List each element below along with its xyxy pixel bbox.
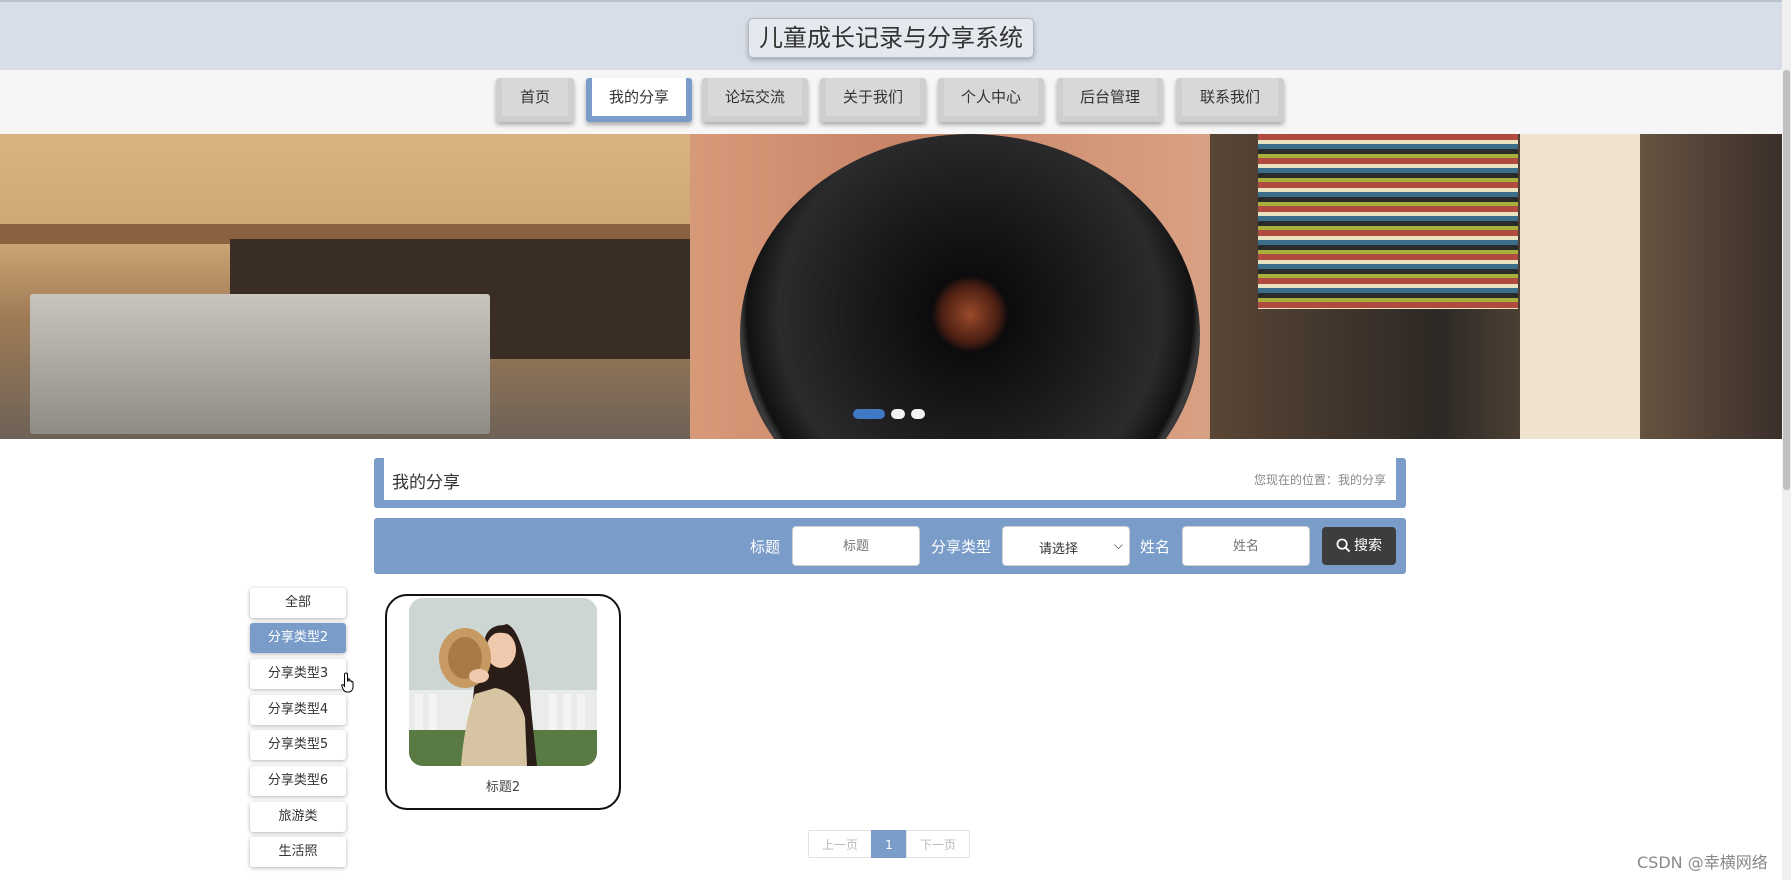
page-heading-inner: 我的分享 您现在的位置：我的分享: [384, 458, 1396, 500]
category-share-type-4[interactable]: 分享类型4: [250, 695, 346, 725]
category-share-type-6[interactable]: 分享类型6: [250, 766, 346, 796]
nav-item-label: 关于我们: [842, 88, 903, 106]
carousel-dot-1[interactable]: [853, 409, 885, 419]
site-header: 儿童成长记录与分享系统: [0, 0, 1782, 70]
nav-item-admin[interactable]: 后台管理: [1057, 78, 1163, 122]
share-type-select[interactable]: 请选择 ⌵: [1002, 526, 1130, 566]
hand-cursor-icon: [341, 672, 354, 693]
nav-item-label: 首页: [519, 88, 550, 106]
nav-item-contact[interactable]: 联系我们: [1176, 78, 1284, 122]
search-button[interactable]: 搜索: [1322, 527, 1396, 565]
banner-carousel[interactable]: [0, 134, 1782, 439]
category-travel[interactable]: 旅游类: [250, 802, 346, 832]
carousel-dot-3[interactable]: [911, 409, 925, 419]
category-share-type-2[interactable]: 分享类型2: [250, 623, 346, 653]
category-share-type-3[interactable]: 分享类型3: [250, 659, 346, 689]
next-page-button[interactable]: 下一页: [906, 830, 970, 858]
child-photo: [409, 598, 597, 766]
page-1-button[interactable]: 1: [871, 830, 907, 858]
share-type-selected: 请选择: [1039, 542, 1079, 557]
nav-item-profile[interactable]: 个人中心: [938, 78, 1044, 122]
carousel-dot-2[interactable]: [891, 409, 905, 419]
watermark: CSDN @幸横网络: [1637, 853, 1768, 872]
nav-item-home[interactable]: 首页: [496, 78, 574, 122]
nav-item-forum[interactable]: 论坛交流: [702, 78, 808, 122]
nav-item-label: 个人中心: [960, 88, 1021, 106]
title-search-input[interactable]: [792, 526, 920, 566]
prev-page-button[interactable]: 上一页: [808, 830, 872, 858]
page-title: 我的分享: [392, 473, 460, 493]
chevron-down-icon: ⌵: [1113, 538, 1123, 552]
share-card-title: 标题2: [485, 780, 521, 795]
search-icon: [1336, 538, 1351, 553]
main-nav: 首页 我的分享 论坛交流 关于我们 个人中心 后台管理 联系我们: [0, 70, 1782, 134]
breadcrumb: 您现在的位置：我的分享: [1253, 473, 1386, 487]
banner-pillar: [1520, 134, 1640, 439]
title-label: 标题: [750, 538, 781, 556]
nav-item-about[interactable]: 关于我们: [820, 78, 926, 122]
nav-item-label: 后台管理: [1079, 88, 1140, 106]
banner-amplifier: [30, 294, 490, 434]
nav-item-label: 我的分享: [608, 88, 669, 106]
search-bar: 标题 分享类型 请选择 ⌵ 姓名 搜索: [374, 518, 1406, 574]
nav-item-my-share[interactable]: 我的分享: [586, 78, 692, 122]
search-button-label: 搜索: [1354, 538, 1382, 554]
nav-item-label: 联系我们: [1199, 88, 1260, 106]
site-title: 儿童成长记录与分享系统: [748, 18, 1034, 58]
scrollbar-thumb[interactable]: [1783, 70, 1790, 490]
category-share-type-5[interactable]: 分享类型5: [250, 730, 346, 760]
share-card[interactable]: 标题2: [385, 594, 621, 810]
banner-records: [1258, 134, 1518, 309]
share-type-label: 分享类型: [931, 538, 992, 556]
page-heading-bar: 我的分享 您现在的位置：我的分享: [374, 458, 1406, 508]
category-life-photos[interactable]: 生活照: [250, 837, 346, 867]
name-search-input[interactable]: [1182, 526, 1310, 566]
share-card-image: [409, 598, 597, 766]
nav-item-label: 论坛交流: [724, 88, 785, 106]
name-label: 姓名: [1140, 538, 1171, 556]
category-all[interactable]: 全部: [250, 588, 346, 618]
